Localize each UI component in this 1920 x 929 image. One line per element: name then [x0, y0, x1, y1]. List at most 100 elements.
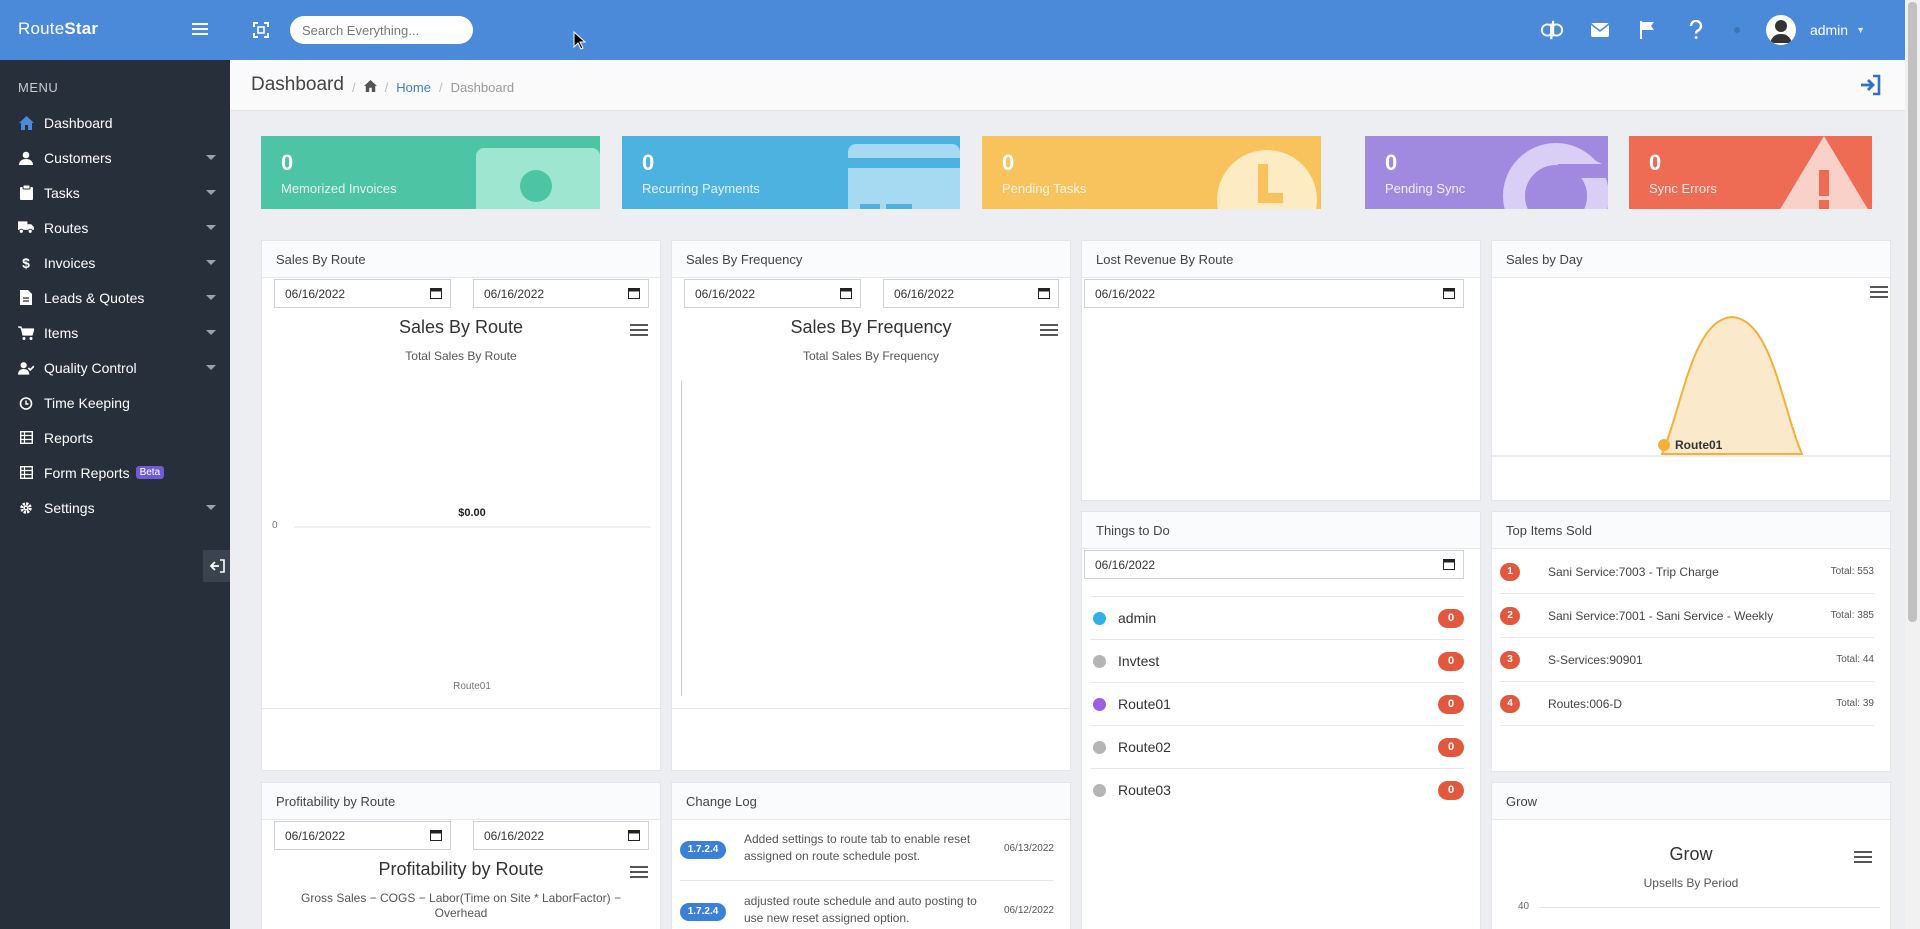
mail-icon[interactable]	[1588, 18, 1612, 42]
stat-recurring-payments[interactable]: 0 Recurring Payments	[622, 136, 960, 209]
collapse-sidebar-icon[interactable]	[203, 550, 230, 582]
top-item-row[interactable]: 1 Sani Service:7003 - Trip Charge Total:…	[1500, 550, 1874, 594]
home-icon[interactable]	[363, 80, 377, 95]
page-scrollbar[interactable]	[1905, 0, 1920, 929]
chevron-down-icon	[206, 330, 216, 335]
calendar-icon[interactable]	[840, 287, 852, 299]
table-icon	[18, 430, 34, 446]
date-input[interactable]: 06/16/2022	[1084, 550, 1464, 579]
stat-pending-sync[interactable]: 0 Pending Sync	[1365, 136, 1608, 209]
fullscreen-icon[interactable]	[250, 19, 272, 41]
status-dot	[1093, 740, 1106, 754]
chart-menu-icon[interactable]	[1854, 851, 1872, 865]
flag-icon[interactable]	[1636, 18, 1660, 42]
chart-axis	[681, 381, 682, 696]
user-name[interactable]: admin	[1810, 22, 1848, 38]
menu-toggle-icon[interactable]	[190, 20, 210, 38]
stat-pending-tasks[interactable]: 0 Pending Tasks	[982, 136, 1321, 209]
calendar-icon[interactable]	[628, 287, 640, 299]
todo-row-admin[interactable]: admin 0	[1090, 596, 1464, 639]
calendar-icon[interactable]	[1443, 558, 1455, 570]
todo-row-route02[interactable]: Route02 0	[1090, 725, 1464, 768]
date-to-input[interactable]: 06/16/2022	[883, 279, 1059, 308]
calendar-icon[interactable]	[628, 829, 640, 841]
todo-row-invtest[interactable]: Invtest 0	[1090, 639, 1464, 682]
chevron-down-icon	[206, 190, 216, 195]
todo-row-route01[interactable]: Route01 0	[1090, 682, 1464, 725]
sidebar-item-time-keeping[interactable]: Time Keeping	[0, 385, 230, 420]
chart-menu-icon[interactable]	[1040, 324, 1058, 338]
changelog-row[interactable]: 1.7.2.4 adjusted route schedule and auto…	[680, 883, 1054, 929]
calendar-icon[interactable]	[430, 829, 442, 841]
calendar-icon[interactable]	[430, 287, 442, 299]
chevron-down-icon	[206, 295, 216, 300]
todo-row-route03[interactable]: Route03 0	[1090, 768, 1464, 811]
chevron-down-icon	[206, 225, 216, 230]
chart-menu-icon[interactable]	[630, 866, 648, 880]
panel-title: Change Log	[672, 783, 1070, 820]
chevron-down-icon	[206, 155, 216, 160]
panel-grow: Grow Grow Upsells By Period 40	[1491, 782, 1891, 929]
date-from-input[interactable]: 06/16/2022	[274, 821, 451, 850]
sidebar-item-settings[interactable]: Settings	[0, 490, 230, 525]
date-to-input[interactable]: 06/16/2022	[473, 821, 649, 850]
sidebar-item-tasks[interactable]: Tasks	[0, 175, 230, 210]
changelog-row[interactable]: 1.7.2.4 Added settings to route tab to e…	[680, 821, 1054, 881]
sidebar-item-invoices[interactable]: $ Invoices	[0, 245, 230, 280]
chevron-down-icon	[206, 365, 216, 370]
scrollbar-thumb[interactable]	[1908, 2, 1917, 622]
date-from-input[interactable]: 06/16/2022	[684, 279, 861, 308]
brand-logo[interactable]: RouteStar	[18, 19, 98, 39]
legend-marker	[1658, 439, 1670, 451]
top-item-row[interactable]: 4 Routes:006-D Total: 39	[1500, 682, 1874, 726]
quickbooks-icon[interactable]	[1540, 18, 1564, 42]
page-title: Dashboard	[251, 74, 344, 95]
stat-label: Pending Tasks	[1002, 181, 1087, 196]
sidebar-item-form-reports[interactable]: Form Reports Beta	[0, 455, 230, 490]
stat-label: Pending Sync	[1385, 181, 1466, 196]
sidebar-item-items[interactable]: Items	[0, 315, 230, 350]
count-badge: 0	[1438, 781, 1464, 800]
date-to-input[interactable]: 06/16/2022	[473, 279, 649, 308]
version-badge: 1.7.2.4	[680, 903, 726, 921]
sidebar-item-dashboard[interactable]: Dashboard	[0, 105, 230, 140]
panel-title: Sales By Frequency	[672, 241, 1070, 278]
stat-sync-errors[interactable]: 0 Sync Errors	[1629, 136, 1872, 209]
help-icon[interactable]	[1684, 18, 1708, 42]
clock-icon	[1217, 150, 1317, 209]
avatar[interactable]	[1765, 15, 1796, 45]
search-input[interactable]	[290, 16, 473, 44]
top-item-row[interactable]: 2 Sani Service:7001 - Sani Service - Wee…	[1500, 594, 1874, 638]
chevron-down-icon[interactable]: ▼	[1856, 25, 1865, 35]
sidebar-item-leads-quotes[interactable]: Leads & Quotes	[0, 280, 230, 315]
version-badge: 1.7.2.4	[680, 841, 726, 859]
panel-things-to-do: Things to Do 06/16/2022 admin 0 Invtest …	[1081, 511, 1481, 929]
clock-icon	[18, 395, 34, 411]
count-badge: 0	[1438, 652, 1464, 671]
status-dot	[1093, 783, 1106, 797]
menu-heading: MENU	[18, 80, 59, 95]
sidebar-item-reports[interactable]: Reports	[0, 420, 230, 455]
date-from-input[interactable]: 06/16/2022	[274, 279, 451, 308]
chart-subtitle: Total Sales By Route	[405, 349, 517, 363]
panel-title: Lost Revenue By Route	[1082, 241, 1480, 278]
sidebar-item-quality-control[interactable]: Quality Control	[0, 350, 230, 385]
calendar-icon[interactable]	[1038, 287, 1050, 299]
breadcrumb-home-link[interactable]: Home	[396, 80, 431, 95]
sidebar-item-routes[interactable]: Routes	[0, 210, 230, 245]
chart-menu-icon[interactable]	[630, 324, 648, 338]
chart-subtitle: Total Sales By Frequency	[802, 349, 940, 363]
legend-item-route01[interactable]: Route01	[1658, 438, 1722, 452]
stat-memorized-invoices[interactable]: 0 Memorized Invoices	[261, 136, 600, 209]
sidebar-item-customers[interactable]: Customers	[0, 140, 230, 175]
panel-profitability-by-route: Profitability by Route 06/16/2022 06/16/…	[261, 782, 661, 929]
top-item-row[interactable]: 3 S-Services:90901 Total: 44	[1500, 638, 1874, 682]
sign-in-icon[interactable]	[1859, 73, 1883, 97]
calendar-icon[interactable]	[1443, 287, 1455, 299]
panel-title: Sales By Route	[262, 241, 660, 278]
count-badge: 0	[1438, 609, 1464, 628]
mouse-cursor-icon	[573, 31, 587, 50]
sidebar: MENU Dashboard Customers Tasks Routes $ …	[0, 60, 230, 929]
date-input[interactable]: 06/16/2022	[1084, 279, 1464, 308]
page-header: Dashboard / / Home / Dashboard	[230, 60, 1905, 111]
